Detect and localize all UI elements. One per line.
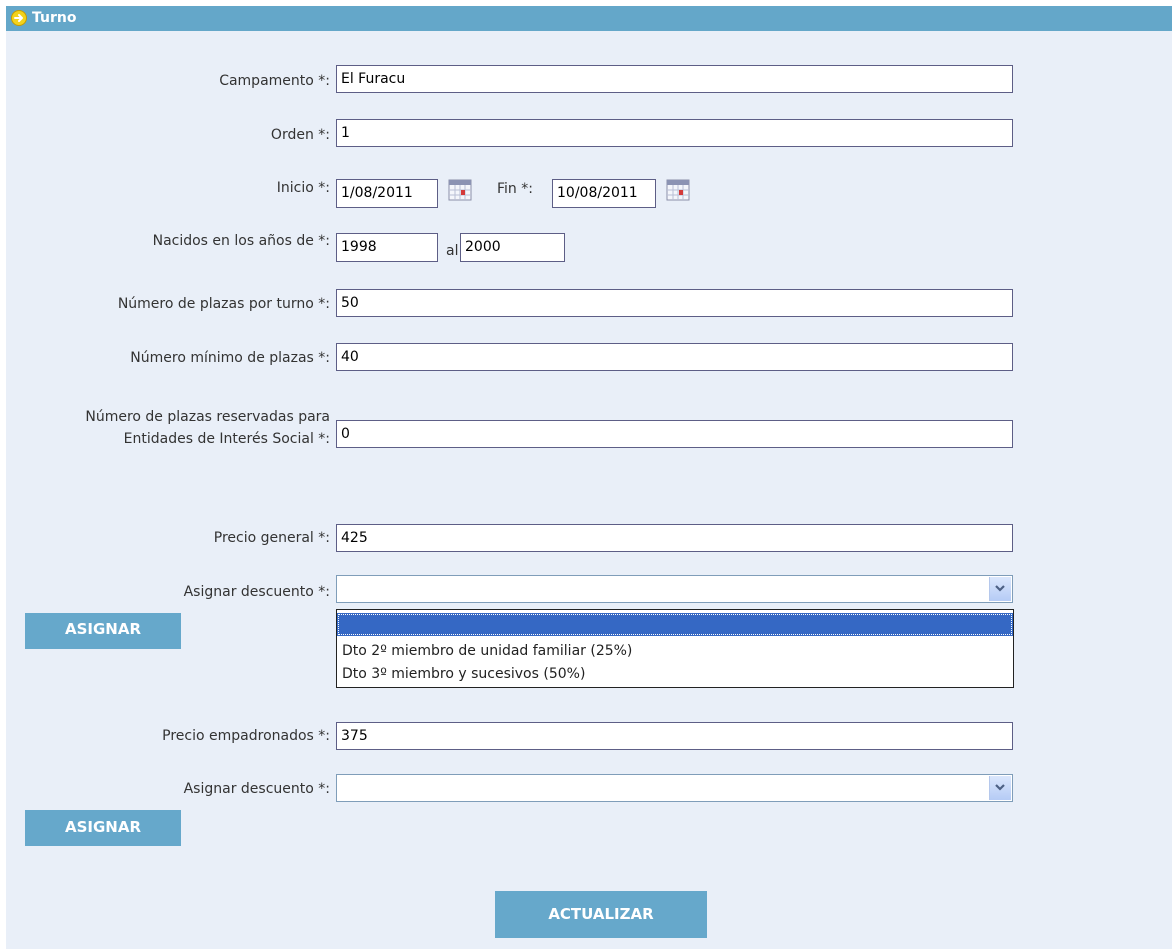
precio-empadronados-input[interactable]: 375 bbox=[336, 722, 1013, 750]
calendar-icon[interactable] bbox=[448, 179, 472, 201]
precio-general-label: Precio general *: bbox=[213, 530, 330, 546]
descuento-general-select[interactable] bbox=[336, 575, 1013, 603]
descuento-general-dropdown: Dto 2º miembro de unidad familiar (25%) … bbox=[336, 609, 1014, 688]
plazas-reservadas-label-line1: Número de plazas reservadas para bbox=[85, 409, 330, 425]
dropdown-option[interactable] bbox=[337, 613, 1013, 636]
arrow-right-circle-icon bbox=[11, 10, 27, 26]
fin-input[interactable]: 10/08/2011 bbox=[552, 179, 656, 208]
inicio-label: Inicio *: bbox=[276, 180, 330, 196]
chevron-down-icon[interactable] bbox=[989, 577, 1011, 601]
plazas-turno-label: Número de plazas por turno *: bbox=[117, 296, 330, 312]
plazas-minimo-label: Número mínimo de plazas *: bbox=[130, 350, 330, 366]
plazas-minimo-input[interactable]: 40 bbox=[336, 343, 1013, 371]
precio-general-input[interactable]: 425 bbox=[336, 524, 1013, 552]
inicio-input[interactable]: 1/08/2011 bbox=[336, 179, 438, 208]
nacidos-hasta-input[interactable]: 2000 bbox=[460, 233, 565, 262]
descuento-empadronados-select[interactable] bbox=[336, 774, 1013, 802]
campamento-label: Campamento *: bbox=[219, 73, 330, 89]
asignar-general-button[interactable]: ASIGNAR bbox=[25, 613, 181, 649]
precio-empadronados-label: Precio empadronados *: bbox=[162, 728, 330, 744]
panel-title: Turno bbox=[32, 10, 77, 26]
orden-input[interactable]: 1 bbox=[336, 119, 1013, 147]
chevron-down-icon[interactable] bbox=[989, 776, 1011, 800]
turno-panel: Turno Campamento *: El Furacu Orden *: 1… bbox=[6, 6, 1172, 949]
orden-label: Orden *: bbox=[270, 127, 330, 143]
campamento-input[interactable]: El Furacu bbox=[336, 65, 1013, 93]
panel-header: Turno bbox=[6, 6, 1172, 31]
plazas-reservadas-input[interactable]: 0 bbox=[336, 420, 1013, 448]
dropdown-option[interactable]: Dto 3º miembro y sucesivos (50%) bbox=[337, 663, 1013, 686]
calendar-icon[interactable] bbox=[666, 179, 690, 201]
nacidos-sep-label: al bbox=[446, 243, 459, 259]
fin-label: Fin *: bbox=[497, 181, 533, 197]
nacidos-desde-input[interactable]: 1998 bbox=[336, 233, 438, 262]
actualizar-button[interactable]: ACTUALIZAR bbox=[495, 891, 707, 938]
plazas-reservadas-label-line2: Entidades de Interés Social *: bbox=[123, 431, 330, 447]
plazas-turno-input[interactable]: 50 bbox=[336, 289, 1013, 317]
descuento-empadronados-label: Asignar descuento *: bbox=[183, 781, 330, 797]
dropdown-option[interactable]: Dto 2º miembro de unidad familiar (25%) bbox=[337, 640, 1013, 663]
descuento-general-label: Asignar descuento *: bbox=[183, 584, 330, 600]
asignar-empadronados-button[interactable]: ASIGNAR bbox=[25, 810, 181, 846]
nacidos-label: Nacidos en los años de *: bbox=[152, 233, 330, 249]
